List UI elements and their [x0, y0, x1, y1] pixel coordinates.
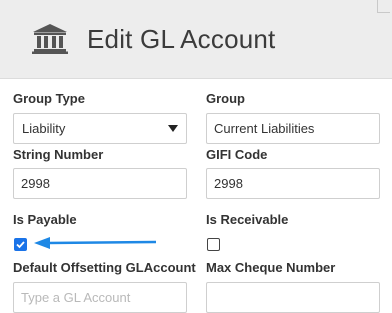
arrow-annotation-icon [34, 237, 157, 249]
group-label: Group [206, 91, 245, 106]
string-number-field[interactable] [13, 168, 187, 199]
is-receivable-label: Is Receivable [206, 212, 289, 227]
page-title: Edit GL Account [87, 24, 276, 54]
is-payable-checkbox[interactable] [14, 238, 27, 251]
max-cheque-number-label: Max Cheque Number [206, 260, 336, 275]
bank-icon [32, 24, 68, 54]
is-payable-label: Is Payable [13, 212, 77, 227]
group-type-label: Group Type [13, 91, 85, 106]
default-offsetting-label: Default Offsetting GLAccount [13, 260, 196, 275]
is-receivable-checkbox[interactable] [207, 238, 220, 251]
header-bar: Edit GL Account [0, 0, 392, 79]
group-type-value: Liability [22, 121, 66, 136]
group-type-select[interactable]: Liability [13, 113, 187, 144]
checkmark-icon [16, 241, 25, 249]
gifi-code-field[interactable] [206, 168, 380, 199]
chevron-down-icon [168, 125, 178, 132]
corner-button[interactable] [377, 0, 390, 13]
string-number-label: String Number [13, 147, 104, 162]
group-field[interactable] [206, 113, 380, 144]
gifi-code-label: GIFI Code [206, 147, 268, 162]
